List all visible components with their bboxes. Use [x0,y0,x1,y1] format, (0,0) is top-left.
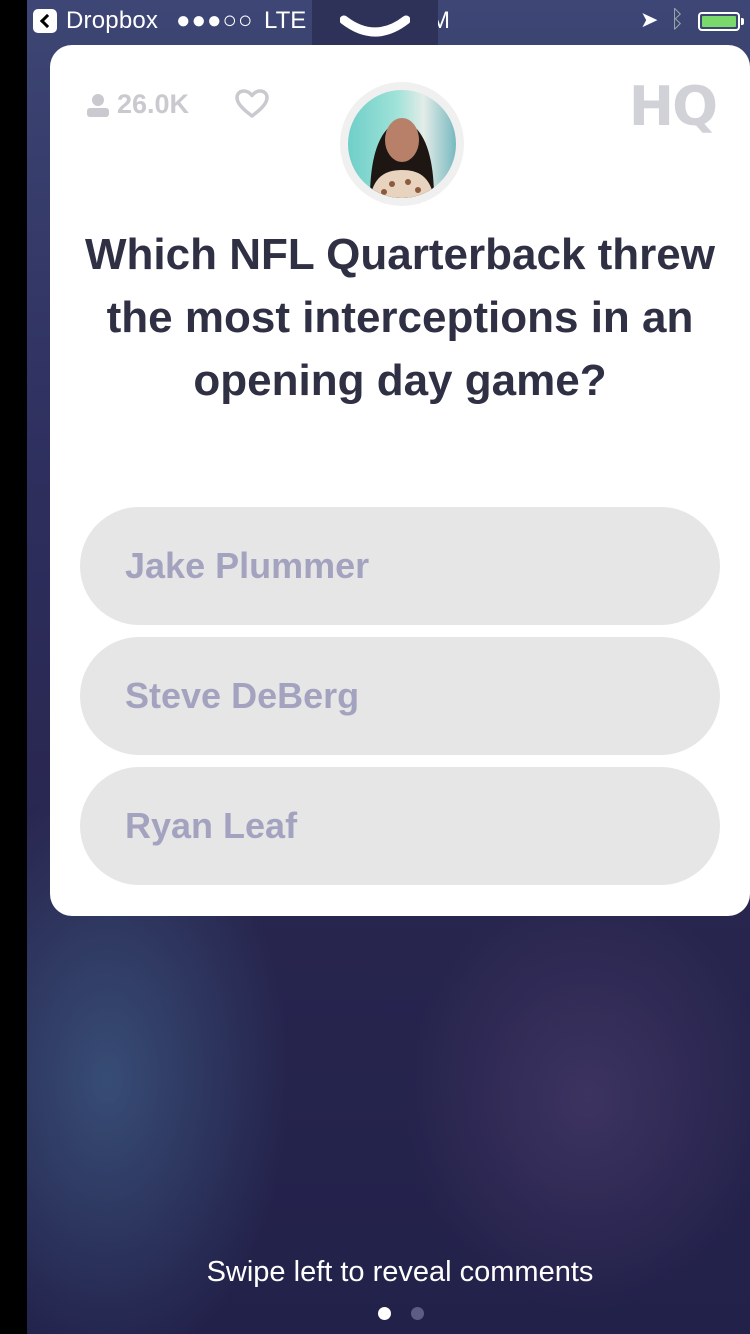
answer-label: Steve DeBerg [125,675,360,716]
answer-option[interactable]: Ryan Leaf [80,767,720,885]
chevron-down-icon [340,15,410,37]
hq-logo: HQ [628,75,718,138]
person-icon [87,93,109,117]
network-type: LTE [264,7,307,34]
page-dot [411,1307,424,1320]
heart-icon[interactable] [235,89,269,119]
back-app-label[interactable]: Dropbox [66,7,158,35]
answer-label: Ryan Leaf [125,805,298,846]
answer-label: Jake Plummer [125,545,370,586]
viewer-count-value: 26.0K [117,89,190,119]
swipe-hint: Swipe left to reveal comments [206,1256,594,1288]
back-to-app-icon[interactable] [33,9,57,33]
page-indicator [378,1307,424,1320]
signal-strength-icon: ●●●○○ [176,7,254,34]
bluetooth-icon: ᛒ [670,6,685,33]
viewer-count: 26.0K [86,89,189,120]
answer-option[interactable]: Jake Plummer [80,507,720,625]
question-text: Which NFL Quarterback threw the most int… [85,230,715,405]
location-icon: ➤ [640,7,659,32]
battery-level [702,16,736,27]
answer-option[interactable]: Steve DeBerg [80,637,720,755]
battery-icon [698,12,744,31]
host-avatar [340,82,464,206]
page-dot-active [378,1307,391,1320]
question-card: 26.0K HQ Which NFL Quarterback threw the… [50,45,750,916]
host-photo [348,90,456,198]
